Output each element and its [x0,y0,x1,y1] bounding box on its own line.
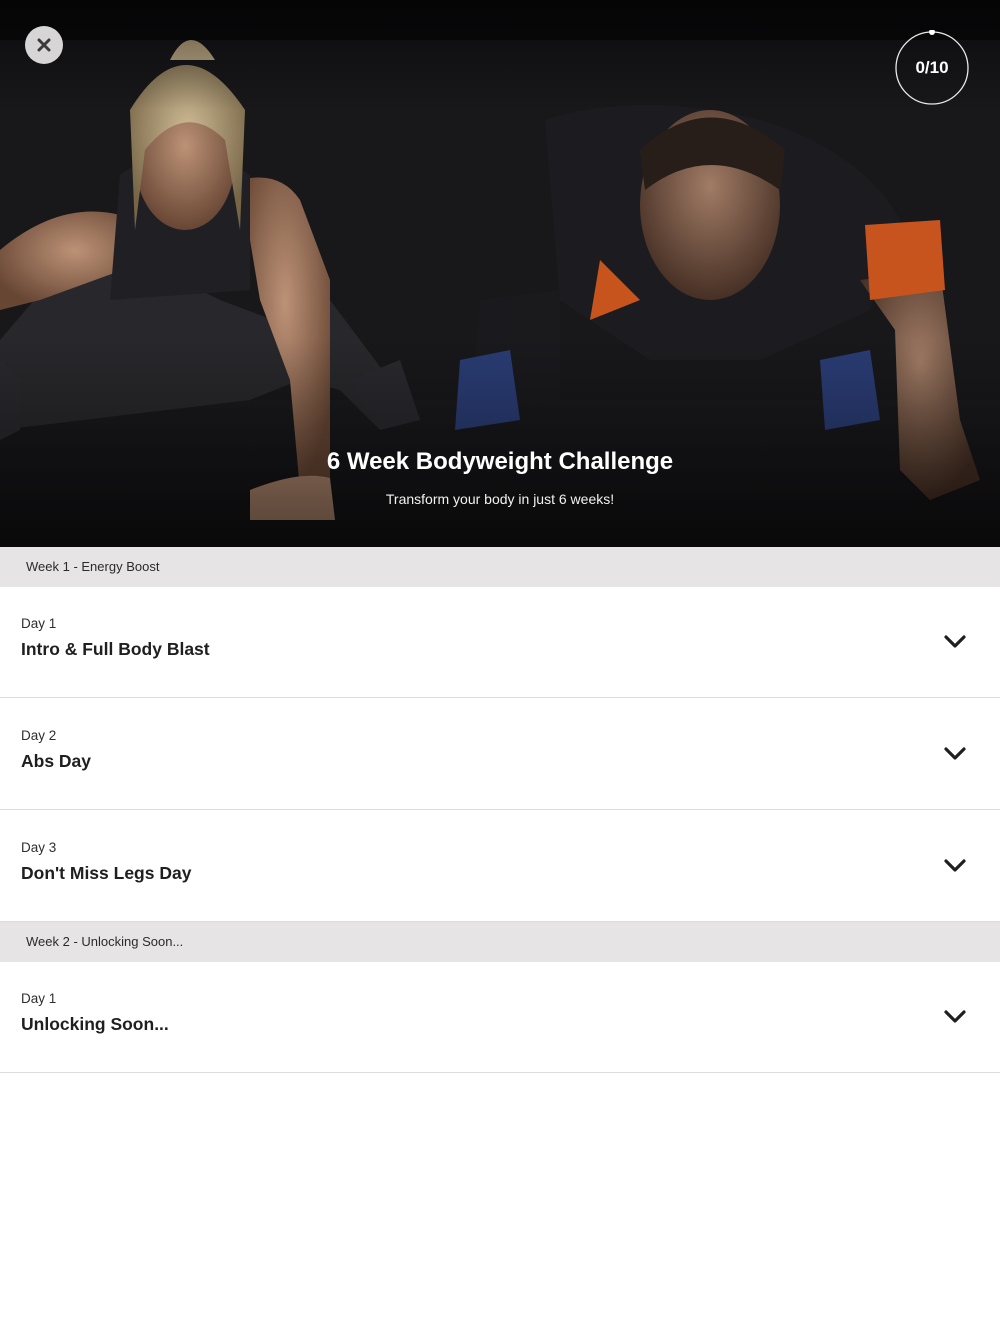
day-row[interactable]: Day 3 Don't Miss Legs Day [0,811,1000,922]
progress-label: 0/10 [915,58,949,77]
day-title: Don't Miss Legs Day [21,863,192,883]
day-title: Intro & Full Body Blast [21,639,210,659]
challenge-subtitle: Transform your body in just 6 weeks! [385,491,615,507]
day-number: Day 3 [21,840,57,855]
chevron-down-icon[interactable] [943,746,967,762]
challenge-title: 6 Week Bodyweight Challenge [326,448,674,475]
week-header: Week 2 - Unlocking Soon... [0,922,1000,962]
week-header: Week 1 - Energy Boost [0,547,1000,587]
close-button[interactable] [25,26,63,64]
close-icon [37,38,51,52]
day-row[interactable]: Day 1 Unlocking Soon... [0,962,1000,1073]
chevron-down-icon[interactable] [943,634,967,650]
day-title: Unlocking Soon... [21,1014,169,1034]
day-row[interactable]: Day 1 Intro & Full Body Blast [0,587,1000,698]
chevron-down-icon[interactable] [943,858,967,874]
day-title: Abs Day [21,751,92,771]
chevron-down-icon[interactable] [943,1009,967,1025]
day-number: Day 1 [21,616,57,631]
hero-banner: 0/10 6 Week Bodyweight Challenge Transfo… [0,0,1000,547]
progress-ring: 0/10 [894,30,970,106]
day-number: Day 1 [21,991,57,1006]
day-number: Day 2 [21,728,57,743]
day-row[interactable]: Day 2 Abs Day [0,699,1000,810]
